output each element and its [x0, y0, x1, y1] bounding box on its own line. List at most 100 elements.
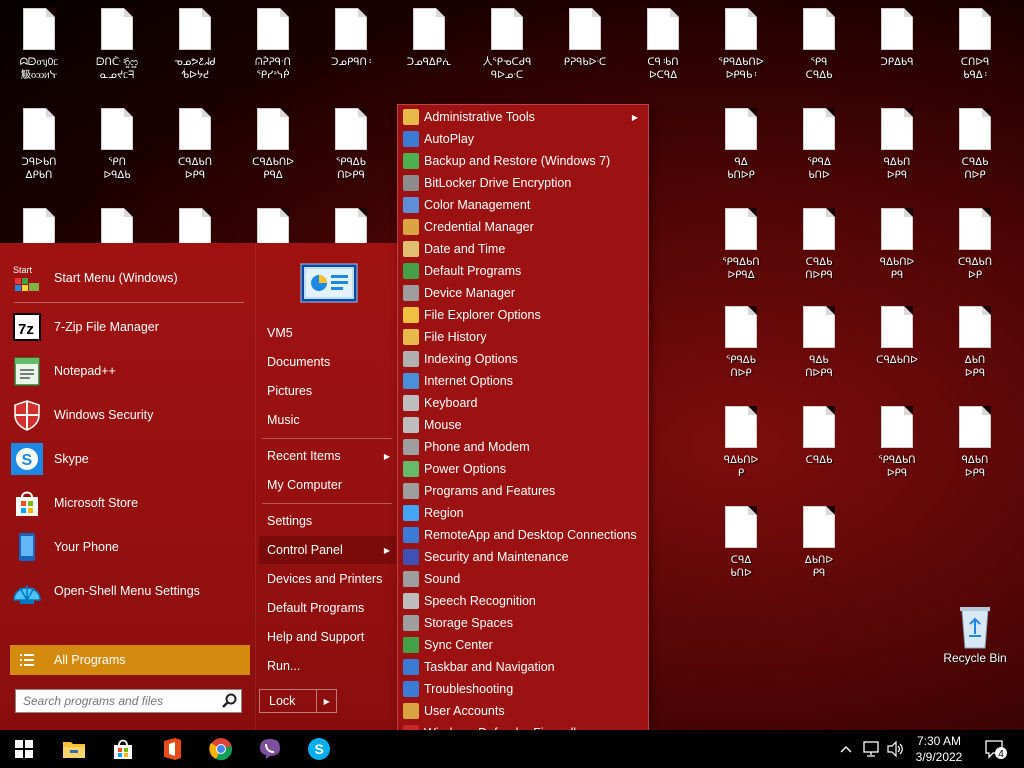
cp-item-device-manager[interactable]: Device Manager [400, 282, 646, 304]
desktop-file-icon[interactable]: ᐃᑲᑎ ᐅᑭᑫ [936, 306, 1014, 402]
desktop-file-icon[interactable]: ᕿᑎ ᐅᑫᐃᑲ [78, 108, 156, 204]
program-microsoft-store[interactable]: Microsoft Store [10, 483, 250, 523]
desktop-file-icon[interactable]: ᑫᐃᑲᑎᐅ ᑭ [702, 406, 780, 502]
desktop-file-icon[interactable]: ᕿᑫᐃᑲᑎ ᐅᑭᑫ [858, 406, 936, 502]
menu-item-default-programs[interactable]: Default Programs [259, 594, 396, 622]
cp-item-taskbar-and-navigation[interactable]: Taskbar and Navigation [400, 656, 646, 678]
cp-item-default-programs[interactable]: Default Programs [400, 260, 646, 282]
search-icon[interactable] [219, 690, 241, 712]
menu-item-control-panel[interactable]: Control Panel ▶ [259, 536, 396, 564]
desktop-file-icon[interactable]: ᗣᗠ᧐ᥡ᱐ᥴ 觙ᦞᦉᥢᓷ [0, 8, 78, 104]
cp-item-sync-center[interactable]: Sync Center [400, 634, 646, 656]
cp-item-file-history[interactable]: File History [400, 326, 646, 348]
desktop-file-icon[interactable]: ᓀᓄᕗ᱒ᖽᑯ ᕺᐅᔭᕍ [156, 8, 234, 104]
desktop-file-icon[interactable]: ᑕᑎᐅᑫ ᑲᑫᐃ᠄ [936, 8, 1014, 104]
menu-item-help-support[interactable]: Help and Support [259, 623, 396, 651]
cp-item-remoteapp-and-desktop-connections[interactable]: RemoteApp and Desktop Connections [400, 524, 646, 546]
desktop-file-icon[interactable]: ᑕᑫᐃᑲ [780, 406, 858, 502]
search-input[interactable] [16, 691, 219, 711]
desktop-file-icon[interactable]: ᕿᑫᐃᑲ ᑎᐅᑭᑫ [312, 108, 390, 204]
taskbar-file-explorer[interactable] [50, 730, 98, 768]
menu-item-vm5[interactable]: VM5 [259, 319, 396, 347]
menu-item-run[interactable]: Run... [259, 652, 396, 680]
menu-item-music[interactable]: Music [259, 406, 396, 434]
user-picture-icon[interactable] [300, 263, 358, 303]
desktop-file-icon[interactable]: ᑕᑫᐃ ᑲᑎᐅ [702, 506, 780, 602]
cp-item-color-management[interactable]: Color Management [400, 194, 646, 216]
lock-options-arrow-icon[interactable]: ▶ [316, 690, 336, 712]
desktop-file-icon[interactable]: ᕿᑫᐃᑲ ᑎᐅᑭ [702, 306, 780, 402]
cp-item-administrative-tools[interactable]: Administrative Tools ▶ [400, 106, 646, 128]
desktop-file-icon[interactable]: ᑕᑫᐃᑲ ᑎᐅᑭ [936, 108, 1014, 204]
program-windows-security[interactable]: Windows Security [10, 395, 250, 435]
desktop-file-icon[interactable]: ᗠᑎᑤ᠄ᦩᦦ ᓇᓄᔪᥴᖷ [78, 8, 156, 104]
desktop-file-icon[interactable]: ᑫᐃᑲᑎ ᐅᑭᑫ [858, 108, 936, 204]
desktop-file-icon[interactable]: ᑐᓄᑫᐃᑭᕇ [390, 8, 468, 104]
cp-item-date-and-time[interactable]: Date and Time [400, 238, 646, 260]
start-button[interactable] [0, 730, 48, 768]
cp-item-storage-spaces[interactable]: Storage Spaces [400, 612, 646, 634]
cp-item-credential-manager[interactable]: Credential Manager [400, 216, 646, 238]
desktop-file-icon[interactable]: ᑕᑫ᠄ᑲᑎ ᐅᑕᑫᐃ [624, 8, 702, 104]
taskbar-skype[interactable]: S [295, 730, 343, 768]
taskbar-viber[interactable] [246, 730, 294, 768]
desktop-file-icon[interactable]: ᕿᑫ ᑕᑫᐃᑲ [780, 8, 858, 104]
cp-item-sound[interactable]: Sound [400, 568, 646, 590]
all-programs-button[interactable]: All Programs [10, 645, 250, 675]
desktop-file-icon[interactable]: ᑕᑫᐃᑲᑎ ᐅᑭ [936, 208, 1014, 304]
cp-item-troubleshooting[interactable]: Troubleshooting [400, 678, 646, 700]
desktop-file-icon[interactable]: ᕬᕉᕈᑫᐧᑎ ᕿᓯᐣᓭᑮ [234, 8, 312, 104]
desktop-file-icon[interactable]: ᑕᑫᐃᑲᑎ ᐅᑭᑫ [156, 108, 234, 204]
program-7zip[interactable]: 7z 7-Zip File Manager [10, 307, 250, 347]
desktop-file-icon[interactable]: ᐃᑲᑎᐅ ᑭᑫ [780, 506, 858, 602]
desktop-file-icon[interactable]: ᑐᑭᐃᑲᑫ [858, 8, 936, 104]
desktop-file-icon[interactable]: ᕿᑫᐃ ᑲᑎᐅ [780, 108, 858, 204]
cp-item-mouse[interactable]: Mouse [400, 414, 646, 436]
search-box[interactable] [15, 689, 242, 713]
cp-item-programs-and-features[interactable]: Programs and Features [400, 480, 646, 502]
desktop-file-icon[interactable]: ᑫᐃᑲ ᑎᐅᑭᑫ [780, 306, 858, 402]
desktop-file-icon[interactable]: ᕿᑫᐃᑲᑎᐅ ᐅᑭᑫᑲ᠄ [702, 8, 780, 104]
recycle-bin[interactable]: Recycle Bin [936, 604, 1014, 700]
desktop-file-icon[interactable]: 人ᕿᓀᑕᑯᑫ ᑫᐅᓄᐧᑕ [468, 8, 546, 104]
menu-item-documents[interactable]: Documents [259, 348, 396, 376]
menu-item-my-computer[interactable]: My Computer [259, 471, 396, 499]
desktop-file-icon[interactable]: ᑭᕈᑫᑲᐅᐧᑕ [546, 8, 624, 104]
desktop-file-icon[interactable]: ᑕᑫᐃᑲᑎᐅ [858, 306, 936, 402]
cp-item-speech-recognition[interactable]: Speech Recognition [400, 590, 646, 612]
desktop-file-icon[interactable]: ᑕᑫᐃᑲ ᑎᐅᑭᑫ [780, 208, 858, 304]
program-notepad-plus[interactable]: Notepad++ [10, 351, 250, 391]
action-center-button[interactable]: 4 [982, 730, 1008, 768]
cp-item-phone-and-modem[interactable]: Phone and Modem [400, 436, 646, 458]
cp-item-file-explorer-options[interactable]: File Explorer Options [400, 304, 646, 326]
desktop-file-icon[interactable]: ᑫᐃᑲᑎ ᐅᑭᑫ [936, 406, 1014, 502]
start-menu-windows-item[interactable]: Start Start Menu (Windows) [10, 258, 250, 298]
taskbar-office[interactable] [148, 730, 196, 768]
menu-item-recent-items[interactable]: Recent Items ▶ [259, 442, 396, 470]
tray-network[interactable] [860, 730, 882, 768]
program-skype[interactable]: S Skype [10, 439, 250, 479]
cp-item-region[interactable]: Region [400, 502, 646, 524]
menu-item-devices-printers[interactable]: Devices and Printers [259, 565, 396, 593]
desktop-file-icon[interactable]: ᑐᑫᐅᑲᑎ ᐃᑭᑲᑎ [0, 108, 78, 204]
program-your-phone[interactable]: Your Phone [10, 527, 250, 567]
cp-item-internet-options[interactable]: Internet Options [400, 370, 646, 392]
menu-item-pictures[interactable]: Pictures [259, 377, 396, 405]
desktop-file-icon[interactable]: ᑫᐃ ᑲᑎᐅᑭ [702, 108, 780, 204]
desktop-file-icon[interactable]: ᑕᑫᐃᑲᑎᐅ ᑭᑫᐃ [234, 108, 312, 204]
desktop-file-icon[interactable]: ᕿᑫᐃᑲᑎ ᐅᑭᑫᐃ [702, 208, 780, 304]
desktop-file-icon[interactable]: ᑐᓄᑭᑫᑎ᠄ [312, 8, 390, 104]
cp-item-backup-and-restore-windows-7[interactable]: Backup and Restore (Windows 7) [400, 150, 646, 172]
lock-button[interactable]: Lock [260, 694, 316, 708]
taskbar-store[interactable] [99, 730, 147, 768]
menu-item-settings[interactable]: Settings [259, 507, 396, 535]
cp-item-security-and-maintenance[interactable]: Security and Maintenance [400, 546, 646, 568]
taskbar-clock[interactable]: 7:30 AM 3/9/2022 [900, 733, 978, 765]
cp-item-keyboard[interactable]: Keyboard [400, 392, 646, 414]
program-open-shell-settings[interactable]: Open-Shell Menu Settings [10, 571, 250, 611]
cp-item-user-accounts[interactable]: User Accounts [400, 700, 646, 722]
desktop-file-icon[interactable]: ᑫᐃᑲᑎᐅ ᑭᑫ [858, 208, 936, 304]
cp-item-bitlocker-drive-encryption[interactable]: BitLocker Drive Encryption [400, 172, 646, 194]
cp-item-indexing-options[interactable]: Indexing Options [400, 348, 646, 370]
tray-overflow-button[interactable] [836, 730, 856, 768]
